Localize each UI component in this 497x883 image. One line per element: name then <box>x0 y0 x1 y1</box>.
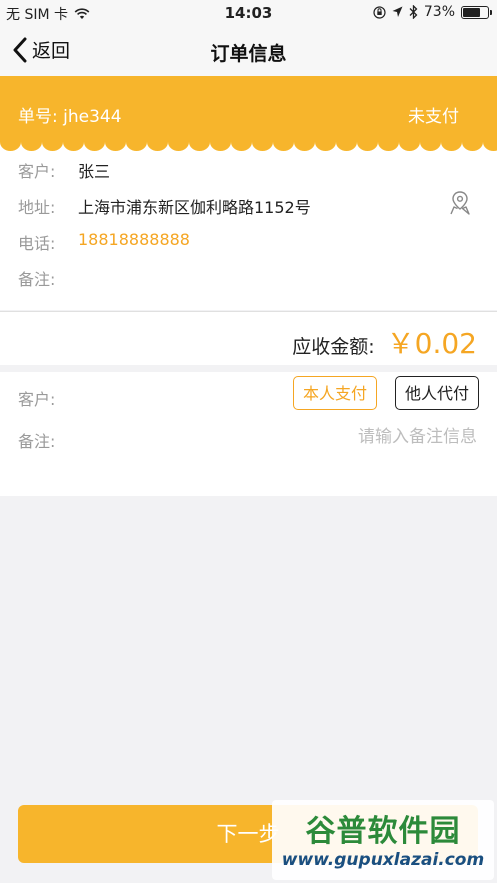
back-button[interactable]: 返回 <box>12 36 70 63</box>
customer-phone[interactable]: 18818888888 <box>78 230 190 254</box>
watermark-title: 谷普软件园 <box>305 814 461 849</box>
order-header: 单号: jhe344 未支付 <box>0 76 497 142</box>
remark-input[interactable] <box>215 421 479 453</box>
customer-remark-row: 备注: <box>18 266 78 290</box>
customer-address: 上海市浦东新区伽利略路1152号 <box>78 198 311 217</box>
bluetooth-icon <box>409 5 418 19</box>
watermark: 谷普软件园 www.gupuxlazai.com <box>272 800 494 880</box>
customer-phone-row: 电话: 18818888888 <box>18 230 190 254</box>
amount-label: 应收金额: <box>292 336 375 358</box>
battery-icon <box>461 5 492 19</box>
payer-card: 客户: 本人支付 他人代付 备注: <box>0 372 497 496</box>
battery-percent: 73% <box>423 4 455 20</box>
customer-remark-label: 备注: <box>18 270 56 289</box>
customer-address-label: 地址: <box>18 198 56 217</box>
scallop-edge <box>0 142 497 152</box>
customer-name: 张三 <box>78 162 111 181</box>
pay-self-button[interactable]: 本人支付 <box>293 376 377 410</box>
amount-card: 应收金额: ￥0.02 <box>0 311 497 365</box>
order-number: 单号: jhe344 <box>18 107 122 127</box>
location-icon <box>392 6 403 17</box>
customer-name-row: 客户: 张三 <box>18 158 110 182</box>
back-label: 返回 <box>32 40 71 62</box>
customer-name-label: 客户: <box>18 162 56 181</box>
chevron-left-icon <box>13 37 27 62</box>
amount-row: 应收金额: ￥0.02 <box>292 322 477 362</box>
customer-address-row: 地址: 上海市浦东新区伽利略路1152号 <box>18 194 311 218</box>
orientation-lock-icon <box>373 5 386 19</box>
page-title: 订单信息 <box>210 43 287 65</box>
battery-fill <box>463 7 480 17</box>
status-right: 73% <box>373 4 492 20</box>
customer-phone-label: 电话: <box>18 234 56 253</box>
amount-value: ￥0.02 <box>386 327 477 360</box>
status-bar: 无 SIM 卡 14:03 73% <box>0 0 497 26</box>
order-status: 未支付 <box>408 107 459 127</box>
map-pin-icon[interactable] <box>447 190 473 216</box>
payer-remark-label: 备注: <box>18 432 56 451</box>
payer-label: 客户: <box>18 390 56 409</box>
nav-bar: 返回 订单信息 <box>0 26 497 76</box>
watermark-url: www.gupuxlazai.com <box>281 850 485 870</box>
pay-other-button[interactable]: 他人代付 <box>395 376 479 410</box>
